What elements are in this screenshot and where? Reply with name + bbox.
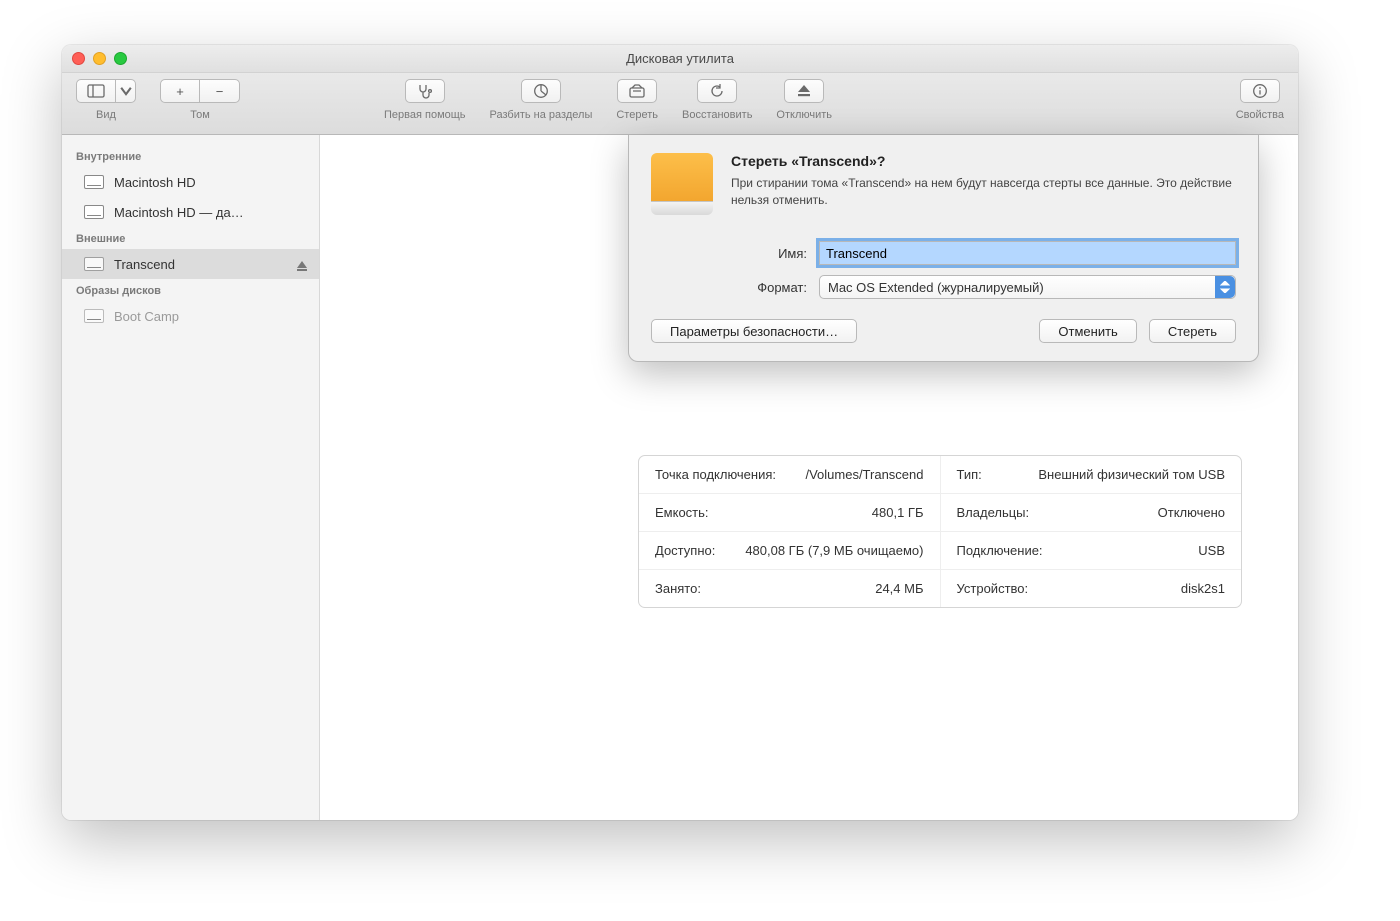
cancel-button[interactable]: Отменить bbox=[1039, 319, 1136, 343]
internal-disk-icon bbox=[84, 205, 104, 219]
disk-image-icon bbox=[84, 309, 104, 323]
sidebar-item-bootcamp[interactable]: Boot Camp bbox=[62, 301, 319, 331]
info-row: Занято:24,4 МБ bbox=[639, 570, 940, 607]
dialog-message: При стирании тома «Transcend» на нем буд… bbox=[731, 175, 1236, 209]
toolbar-label-restore: Восстановить bbox=[682, 109, 752, 121]
first-aid-button[interactable] bbox=[405, 79, 445, 103]
eject-icon bbox=[795, 83, 813, 99]
info-button[interactable] bbox=[1240, 79, 1280, 103]
external-disk-icon bbox=[84, 257, 104, 271]
info-row: Доступно:480,08 ГБ (7,9 МБ очищаемо) bbox=[639, 532, 940, 570]
disk-utility-window: Дисковая утилита Вид + − Том Первая помо… bbox=[62, 45, 1298, 820]
info-row: Тип:Внешний физический том USB bbox=[941, 456, 1242, 494]
sidebar-item-label: Transcend bbox=[114, 257, 175, 272]
restore-button[interactable] bbox=[697, 79, 737, 103]
toolbar: Вид + − Том Первая помощь Разбить на раз… bbox=[62, 73, 1298, 135]
erase-dialog: Стереть «Transcend»? При стирании тома «… bbox=[628, 135, 1259, 362]
toolbar-label-partition: Разбить на разделы bbox=[490, 109, 593, 121]
format-label: Формат: bbox=[651, 280, 819, 295]
window-title: Дисковая утилита bbox=[626, 51, 734, 66]
select-arrows-icon bbox=[1215, 276, 1235, 298]
remove-volume-button[interactable]: − bbox=[200, 79, 240, 103]
internal-disk-icon bbox=[84, 175, 104, 189]
sidebar-item-label: Macintosh HD bbox=[114, 175, 196, 190]
sidebar-header-external: Внешние bbox=[62, 227, 319, 249]
window-controls bbox=[72, 52, 127, 65]
toolbar-label-erase: Стереть bbox=[616, 109, 658, 121]
toolbar-label-view: Вид bbox=[96, 109, 116, 121]
sidebar-item-macintosh-hd[interactable]: Macintosh HD bbox=[62, 167, 319, 197]
info-row: Устройство:disk2s1 bbox=[941, 570, 1242, 607]
sidebar-icon bbox=[87, 83, 105, 99]
sidebar: Внутренние Macintosh HD Macintosh HD — д… bbox=[62, 135, 320, 820]
toolbar-label-unmount: Отключить bbox=[776, 109, 832, 121]
sidebar-header-internal: Внутренние bbox=[62, 145, 319, 167]
chevron-down-icon bbox=[117, 83, 135, 99]
info-col-left: Точка подключения:/Volumes/Transcend Емк… bbox=[639, 456, 941, 607]
dialog-title: Стереть «Transcend»? bbox=[731, 153, 1236, 169]
sidebar-item-label: Macintosh HD — да… bbox=[114, 205, 244, 220]
toolbar-label-volume: Том bbox=[190, 109, 210, 121]
format-select[interactable]: Mac OS Extended (журналируемый) bbox=[819, 275, 1236, 299]
external-drive-icon bbox=[651, 153, 713, 215]
toolbar-label-firstaid: Первая помощь bbox=[384, 109, 466, 121]
info-row: Емкость:480,1 ГБ bbox=[639, 494, 940, 532]
add-volume-button[interactable]: + bbox=[160, 79, 200, 103]
info-col-right: Тип:Внешний физический том USB Владельцы… bbox=[941, 456, 1242, 607]
unmount-button[interactable] bbox=[784, 79, 824, 103]
eject-icon[interactable] bbox=[297, 261, 307, 268]
erase-confirm-button[interactable]: Стереть bbox=[1149, 319, 1236, 343]
info-row: Подключение:USB bbox=[941, 532, 1242, 570]
restore-icon bbox=[708, 83, 726, 99]
main-pane: 480,1 ГБ Точка подключения:/Volumes/Tran… bbox=[320, 135, 1298, 820]
erase-button[interactable] bbox=[617, 79, 657, 103]
sidebar-item-macintosh-hd-data[interactable]: Macintosh HD — да… bbox=[62, 197, 319, 227]
minimize-button[interactable] bbox=[93, 52, 106, 65]
info-icon bbox=[1251, 83, 1269, 99]
format-value: Mac OS Extended (журналируемый) bbox=[828, 280, 1044, 295]
view-sidebar-button[interactable] bbox=[76, 79, 116, 103]
erase-icon bbox=[628, 83, 646, 99]
sidebar-item-transcend[interactable]: Transcend bbox=[62, 249, 319, 279]
sidebar-item-label: Boot Camp bbox=[114, 309, 179, 324]
view-menu-button[interactable] bbox=[116, 79, 136, 103]
info-row: Точка подключения:/Volumes/Transcend bbox=[639, 456, 940, 494]
close-button[interactable] bbox=[72, 52, 85, 65]
sidebar-header-images: Образы дисков bbox=[62, 279, 319, 301]
security-options-button[interactable]: Параметры безопасности… bbox=[651, 319, 857, 343]
info-table: Точка подключения:/Volumes/Transcend Емк… bbox=[638, 455, 1242, 608]
zoom-button[interactable] bbox=[114, 52, 127, 65]
pie-icon bbox=[532, 83, 550, 99]
toolbar-label-info: Свойства bbox=[1236, 109, 1284, 121]
titlebar: Дисковая утилита bbox=[62, 45, 1298, 73]
name-label: Имя: bbox=[651, 246, 819, 261]
name-input[interactable] bbox=[819, 241, 1236, 265]
window-body: Внутренние Macintosh HD Macintosh HD — д… bbox=[62, 135, 1298, 820]
info-row: Владельцы:Отключено bbox=[941, 494, 1242, 532]
partition-button[interactable] bbox=[521, 79, 561, 103]
stethoscope-icon bbox=[416, 83, 434, 99]
